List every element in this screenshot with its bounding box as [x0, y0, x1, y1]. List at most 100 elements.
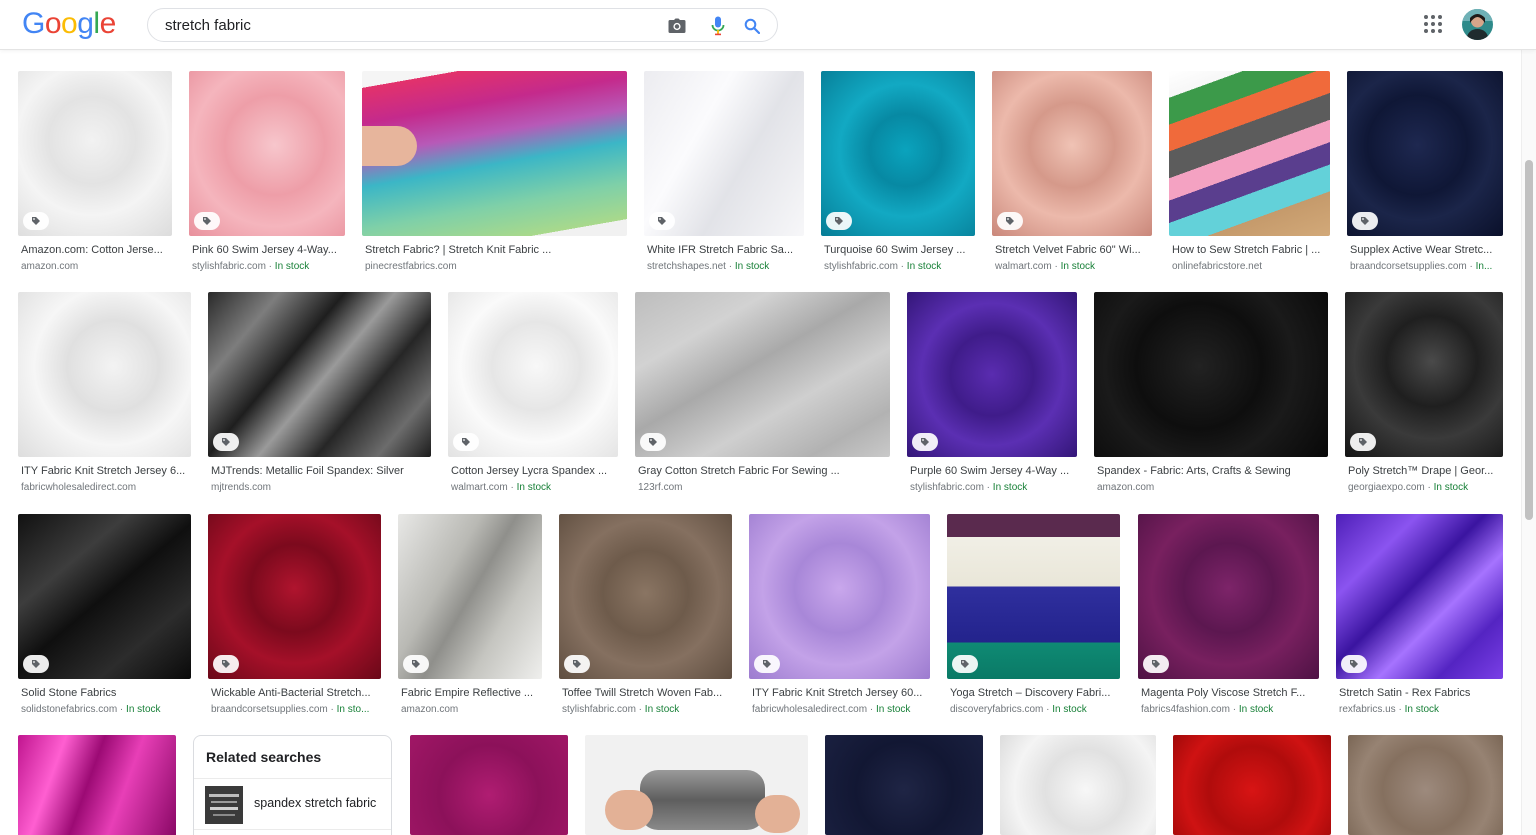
result-image[interactable]: [559, 514, 732, 679]
result-title[interactable]: Stretch Velvet Fabric 60" Wi...: [995, 243, 1151, 257]
result-image[interactable]: [585, 735, 808, 835]
divider: [194, 829, 391, 830]
scrollbar-thumb[interactable]: [1525, 160, 1533, 520]
product-tag-icon: [826, 212, 852, 230]
result-image[interactable]: [1169, 71, 1330, 236]
result-image[interactable]: [448, 292, 618, 457]
result-source: walmart.com · In stock: [995, 261, 1096, 272]
product-tag-icon: [1352, 212, 1378, 230]
result-title[interactable]: ITY Fabric Knit Stretch Jersey 60...: [752, 686, 929, 700]
result-source: 123rf.com: [638, 482, 683, 493]
result-source: fabricwholesaledirect.com: [21, 482, 137, 493]
result-image[interactable]: [18, 514, 191, 679]
search-input[interactable]: [165, 9, 645, 41]
result-source: braandcorsetsupplies.com · In sto...: [211, 704, 370, 715]
result-image[interactable]: [825, 735, 983, 835]
result-image[interactable]: [410, 735, 568, 835]
result-title[interactable]: Spandex - Fabric: Arts, Crafts & Sewing: [1097, 464, 1327, 478]
product-tag-icon: [952, 655, 978, 673]
result-image[interactable]: [907, 292, 1077, 457]
result-image[interactable]: [1347, 71, 1503, 236]
result-title[interactable]: How to Sew Stretch Fabric | ...: [1172, 243, 1329, 257]
search-icon[interactable]: [742, 16, 762, 36]
result-image[interactable]: [362, 71, 627, 236]
result-source: fabricwholesaledirect.com · In stock: [752, 704, 911, 715]
apps-grid-icon[interactable]: [1423, 14, 1443, 34]
result-source: stylishfabric.com · In stock: [192, 261, 310, 272]
search-box[interactable]: [147, 8, 778, 42]
result-title[interactable]: ITY Fabric Knit Stretch Jersey 6...: [21, 464, 190, 478]
result-image[interactable]: [1138, 514, 1319, 679]
result-title[interactable]: Purple 60 Swim Jersey 4-Way ...: [910, 464, 1076, 478]
result-title[interactable]: MJTrends: Metallic Foil Spandex: Silver: [211, 464, 430, 478]
result-image[interactable]: [1336, 514, 1503, 679]
result-title[interactable]: Turquoise 60 Swim Jersey ...: [824, 243, 974, 257]
related-searches-title: Related searches: [206, 749, 322, 765]
result-title[interactable]: Magenta Poly Viscose Stretch F...: [1141, 686, 1318, 700]
result-title[interactable]: Fabric Empire Reflective ...: [401, 686, 541, 700]
page-scrollbar[interactable]: [1521, 50, 1536, 835]
result-title[interactable]: Gray Cotton Stretch Fabric For Sewing ..…: [638, 464, 889, 478]
result-source: onlinefabricstore.net: [1172, 261, 1263, 272]
result-image[interactable]: [992, 71, 1152, 236]
product-tag-icon: [213, 655, 239, 673]
account-avatar[interactable]: [1462, 9, 1493, 40]
result-title[interactable]: White IFR Stretch Fabric Sa...: [647, 243, 803, 257]
result-image[interactable]: [398, 514, 542, 679]
result-image[interactable]: [1173, 735, 1331, 835]
result-image[interactable]: [644, 71, 804, 236]
result-source: solidstonefabrics.com · In stock: [21, 704, 161, 715]
result-source: amazon.com: [1097, 482, 1155, 493]
result-image[interactable]: [18, 735, 176, 835]
result-image[interactable]: [749, 514, 930, 679]
microphone-icon[interactable]: [708, 16, 728, 36]
result-image[interactable]: [1000, 735, 1156, 835]
product-tag-icon: [912, 433, 938, 451]
result-title[interactable]: Solid Stone Fabrics: [21, 686, 190, 700]
related-search-label[interactable]: spandex stretch fabric: [254, 796, 376, 810]
result-image[interactable]: [1094, 292, 1328, 457]
result-title[interactable]: Yoga Stretch – Discovery Fabri...: [950, 686, 1119, 700]
result-source: stylishfabric.com · In stock: [562, 704, 680, 715]
product-tag-icon: [640, 433, 666, 451]
product-tag-icon: [754, 655, 780, 673]
result-source: stretchshapes.net · In stock: [647, 261, 770, 272]
result-source: mjtrends.com: [211, 482, 272, 493]
result-title[interactable]: Supplex Active Wear Stretc...: [1350, 243, 1502, 257]
result-image[interactable]: [18, 71, 172, 236]
result-source: pinecrestfabrics.com: [365, 261, 457, 272]
product-tag-icon: [1341, 655, 1367, 673]
result-source: amazon.com: [21, 261, 79, 272]
related-search-item[interactable]: spandex stretch fabric: [194, 779, 391, 829]
result-image[interactable]: [189, 71, 345, 236]
product-tag-icon: [649, 212, 675, 230]
related-search-thumbnail[interactable]: [205, 786, 243, 824]
result-image[interactable]: [947, 514, 1120, 679]
camera-icon[interactable]: [667, 16, 687, 36]
top-header: Google: [0, 0, 1536, 50]
result-title[interactable]: Cotton Jersey Lycra Spandex ...: [451, 464, 617, 478]
result-source: fabrics4fashion.com · In stock: [1141, 704, 1274, 715]
result-title[interactable]: Stretch Satin - Rex Fabrics: [1339, 686, 1502, 700]
result-image[interactable]: [208, 292, 431, 457]
product-tag-icon: [213, 433, 239, 451]
result-image[interactable]: [208, 514, 381, 679]
result-image[interactable]: [821, 71, 975, 236]
result-title[interactable]: Poly Stretch™ Drape | Geor...: [1348, 464, 1502, 478]
result-source: georgiaexpo.com · In stock: [1348, 482, 1469, 493]
result-image[interactable]: [635, 292, 890, 457]
result-title[interactable]: Stretch Fabric? | Stretch Knit Fabric ..…: [365, 243, 626, 257]
result-title[interactable]: Toffee Twill Stretch Woven Fab...: [562, 686, 731, 700]
result-source: walmart.com · In stock: [451, 482, 552, 493]
result-image[interactable]: [1348, 735, 1503, 835]
result-image[interactable]: [18, 292, 191, 457]
result-image[interactable]: [1345, 292, 1503, 457]
product-tag-icon: [1143, 655, 1169, 673]
google-logo[interactable]: Google: [22, 6, 116, 42]
result-title[interactable]: Pink 60 Swim Jersey 4-Way...: [192, 243, 344, 257]
result-title[interactable]: Amazon.com: Cotton Jerse...: [21, 243, 171, 257]
product-tag-icon: [23, 655, 49, 673]
result-title[interactable]: Wickable Anti-Bacterial Stretch...: [211, 686, 380, 700]
product-tag-icon: [23, 212, 49, 230]
product-tag-icon: [997, 212, 1023, 230]
